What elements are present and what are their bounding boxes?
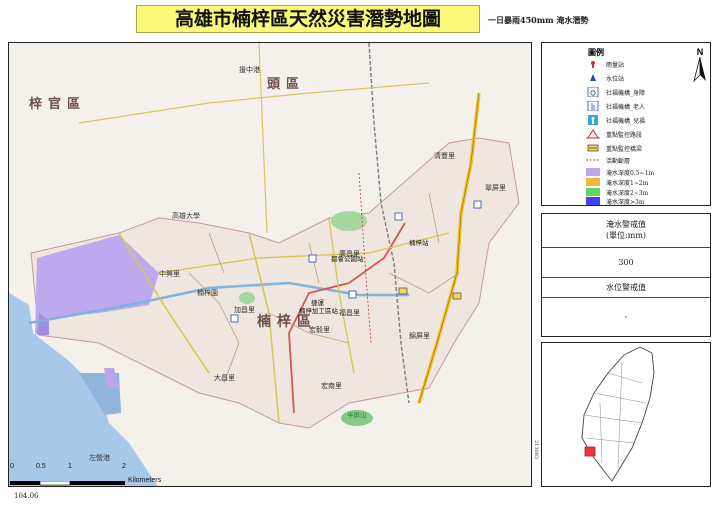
label-place-15: 楠梓站 — [409, 239, 429, 247]
legend-row-rain: 雨量站 — [542, 59, 712, 69]
legend-title: 圖例 — [588, 47, 604, 57]
legend-label-11: 淹水深度>3m — [606, 199, 645, 206]
water-warning-label: 水位警戒值 — [542, 278, 710, 298]
swatch-depth-05-1m — [586, 168, 600, 176]
legend-panel: 圖例 N 雨量站 水位站 社福機構_身障 社福機構_老人 社福機構_兒福 重點監… — [541, 42, 711, 206]
label-place-6: 宏毅里 — [309, 326, 330, 334]
map-canvas[interactable]: 梓官區 頭區 楠梓區 援中港 左營港 中興里 楠梓園 大昌里 加昌里 宏毅里 宏… — [8, 42, 532, 487]
legend-row-elderly: 社福機構_老人 — [542, 101, 712, 111]
road-north-south — [258, 43, 268, 234]
disabled-welfare-icon — [587, 87, 599, 97]
map-date: 104.06 — [14, 492, 39, 500]
label-place-4: 大昌里 — [214, 374, 235, 382]
legend-row-depth-1: 淹水深度0.5~1m — [542, 167, 712, 177]
flood-warning-value: 300 — [542, 248, 710, 278]
legend-row-fault: 活動斷層 — [542, 155, 712, 165]
bridge-icon — [587, 144, 599, 152]
label-place-3: 楠梓園 — [197, 289, 218, 297]
scale-tick-2: 1 — [68, 463, 72, 470]
bridge-marker-1 — [398, 287, 408, 295]
label-place-17: 半屏山 — [347, 411, 367, 419]
label-place-14: 都會公園站 — [331, 255, 364, 263]
label-place-12: 翠屏里 — [485, 184, 506, 192]
legend-row-depth-4: 淹水深度>3m — [542, 196, 712, 206]
legend-label-7: 活動斷層 — [606, 158, 631, 165]
locator-highlight — [584, 446, 596, 457]
scale-tick-3: 2 — [122, 463, 126, 470]
label-place-10: 清豐里 — [434, 152, 455, 160]
scale-tick-0: 0 — [10, 463, 14, 470]
map-code: 213083 — [533, 440, 539, 460]
scale-unit: Kilometers — [128, 477, 162, 484]
legend-label-6: 重點監控橋梁 — [606, 146, 643, 153]
legend-label-1: 水位站 — [606, 76, 625, 83]
taiwan-locator-map — [581, 346, 655, 482]
label-neighbor-north: 頭區 — [267, 77, 306, 92]
label-place-16: 捷運 — [311, 299, 324, 307]
label-neighbor-west: 梓官區 — [29, 97, 87, 112]
label-place-2: 中興里 — [159, 270, 180, 278]
map-title: 高雄市楠梓區天然災害潛勢地圖 — [136, 5, 480, 33]
park-small — [239, 292, 255, 304]
rain-gauge-icon — [591, 61, 595, 68]
legend-row-depth-2: 淹水深度1~2m — [542, 177, 712, 187]
bridge-marker-2 — [452, 292, 462, 300]
map-drawing — [9, 43, 520, 486]
legend-row-disabled: 社福機構_身障 — [542, 87, 712, 97]
label-place-5: 加昌里 — [234, 306, 255, 314]
welfare-marker-1 — [308, 254, 317, 263]
warning-values-panel: 淹水警戒值 (單位:mm) 300 水位警戒值 - — [541, 213, 711, 337]
flood-warning-header: 淹水警戒值 (單位:mm) — [542, 214, 710, 248]
north-label: N — [696, 47, 704, 57]
elderly-welfare-icon — [587, 101, 599, 111]
label-place-9: 福昌里 — [339, 309, 360, 317]
legend-row-child: 社福機構_兒福 — [542, 115, 712, 125]
legend-label-4: 社福機構_兒福 — [606, 118, 646, 125]
legend-row-water-level: 水位站 — [542, 73, 712, 83]
fault-line-icon — [586, 159, 600, 161]
swatch-depth-2-3m — [586, 188, 600, 196]
welfare-marker-3 — [473, 200, 482, 209]
flood-warning-unit: (單位:mm) — [605, 231, 647, 240]
taiwan-locator-inset — [541, 342, 711, 487]
legend-label-2: 社福機構_身障 — [606, 90, 646, 97]
swatch-depth-1-2m — [586, 178, 600, 186]
water-warning-value: - — [624, 312, 628, 321]
scale-bar: 0 0.5 1 2 Kilometers — [10, 463, 180, 491]
legend-row-road: 重點監控路段 — [542, 129, 712, 139]
swatch-depth-over-3m — [586, 197, 600, 205]
flood-warning-label: 淹水警戒值 — [606, 220, 646, 229]
road-north — [78, 82, 430, 124]
legend-label-3: 社福機構_老人 — [606, 104, 646, 111]
map-subtitle: 一日暴雨450mm 淹水潛勢 — [488, 15, 589, 25]
water-level-icon — [590, 74, 596, 81]
legend-label-9: 淹水深度1~2m — [606, 180, 649, 187]
scale-tick-1: 0.5 — [36, 463, 46, 470]
label-place-7: 宏南里 — [321, 382, 342, 390]
label-place-18: 高雄大學 — [172, 212, 200, 220]
welfare-marker-2 — [348, 290, 357, 299]
legend-label-5: 重點監控路段 — [606, 132, 643, 139]
label-place-11: 錦屏里 — [409, 332, 430, 340]
legend-row-bridge: 重點監控橋梁 — [542, 143, 712, 153]
child-welfare-icon — [588, 115, 598, 125]
welfare-marker-5 — [394, 212, 403, 221]
legend-label-0: 雨量站 — [606, 62, 625, 69]
label-place-0: 援中港 — [239, 66, 260, 74]
legend-label-8: 淹水深度0.5~1m — [606, 170, 655, 177]
label-place-1: 左營港 — [89, 454, 110, 462]
warning-road-icon — [586, 129, 600, 139]
welfare-marker-4 — [230, 314, 239, 323]
